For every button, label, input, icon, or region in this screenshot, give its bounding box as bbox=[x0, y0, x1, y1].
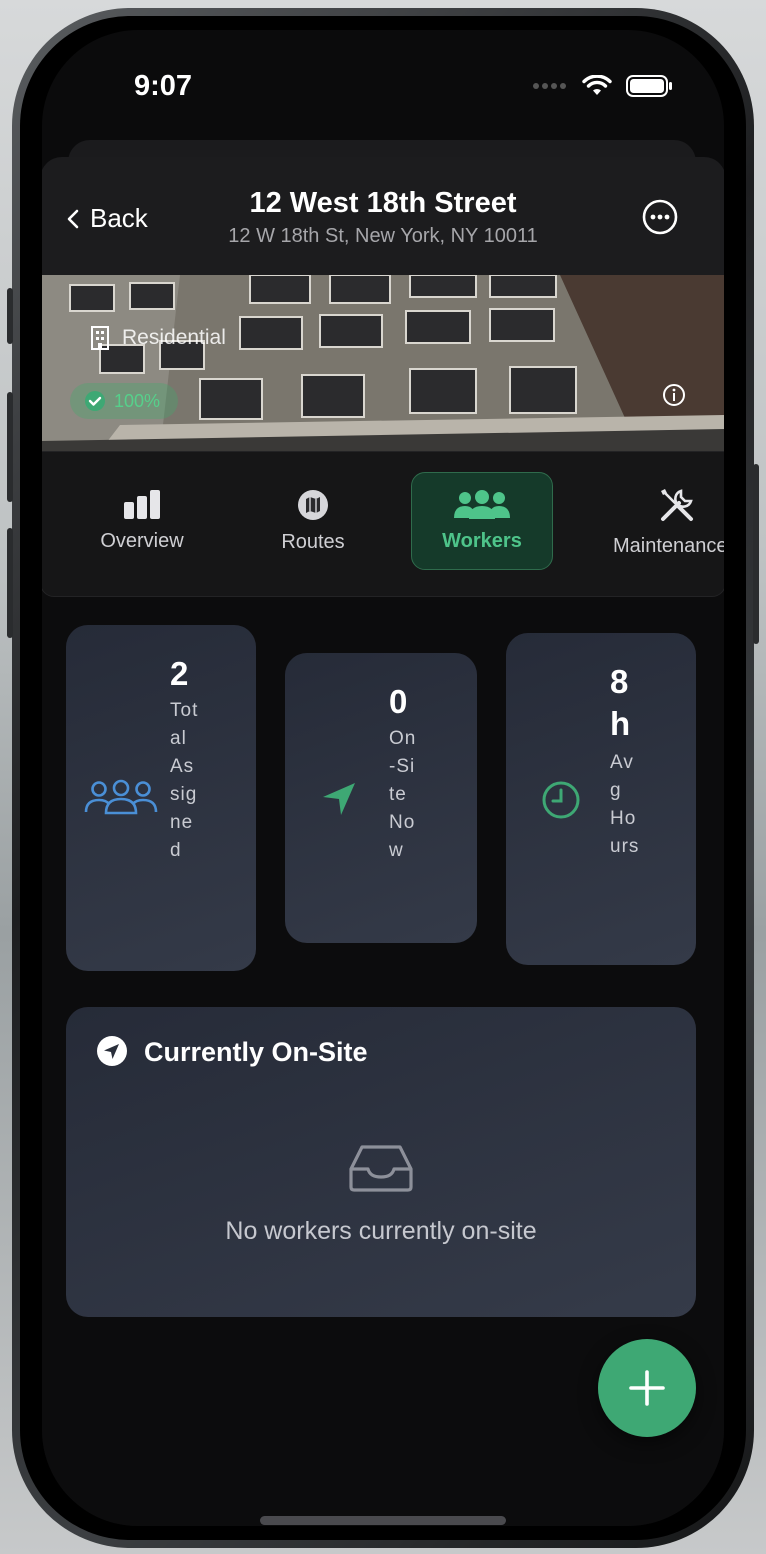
tab-overview-label: Overview bbox=[100, 529, 184, 552]
empty-tray-icon bbox=[349, 1145, 413, 1192]
page-title: 12 West 18th Street bbox=[249, 187, 517, 219]
tab-workers-label: Workers bbox=[442, 529, 522, 552]
clock-icon bbox=[542, 781, 580, 819]
info-icon[interactable] bbox=[662, 383, 686, 407]
tab-overview[interactable]: Overview bbox=[87, 472, 197, 570]
checkmark-circle-icon bbox=[85, 391, 105, 411]
building-type-text: Residential bbox=[122, 326, 226, 349]
building-photo: Residential 100% bbox=[42, 275, 724, 451]
volume-down-button bbox=[7, 528, 13, 638]
wifi-icon bbox=[582, 75, 612, 95]
stat-avg-hours-value: 8h bbox=[610, 663, 631, 742]
more-options-icon[interactable] bbox=[642, 199, 678, 235]
plus-icon bbox=[629, 1370, 665, 1406]
building-address: 12 W 18th St, New York, NY 10011 bbox=[228, 225, 538, 247]
compliance-badge-text: 100% bbox=[114, 390, 161, 411]
power-button bbox=[753, 464, 759, 644]
building-type-label: Residential bbox=[90, 325, 226, 351]
home-indicator[interactable] bbox=[260, 1516, 506, 1525]
building-icon bbox=[91, 326, 109, 350]
bar-chart-icon bbox=[124, 489, 160, 519]
tab-routes-label: Routes bbox=[281, 530, 345, 553]
tab-maintenance[interactable]: Maintenance bbox=[613, 472, 724, 570]
stat-avg-hours-label: Avg Hours bbox=[610, 752, 640, 857]
status-time: 9:07 bbox=[134, 70, 193, 102]
phone-frame: 9:07 Back 12 West 18th Street 12 W 18th … bbox=[7, 8, 759, 1548]
volume-up-button bbox=[7, 392, 13, 502]
wrench-screwdriver-icon bbox=[661, 488, 693, 521]
screen: 9:07 Back 12 West 18th Street 12 W 18th … bbox=[42, 30, 724, 1526]
people-icon bbox=[454, 489, 510, 519]
battery-icon bbox=[626, 75, 672, 97]
add-worker-button[interactable] bbox=[598, 1339, 696, 1437]
currently-on-site-title: Currently On-Site bbox=[144, 1037, 368, 1067]
stat-on-site-label: On-Site Now bbox=[389, 728, 417, 861]
signal-icon bbox=[533, 83, 566, 89]
tab-maintenance-label: Maintenance bbox=[613, 534, 724, 557]
map-icon bbox=[298, 489, 328, 520]
empty-state-message: No workers currently on-site bbox=[225, 1217, 537, 1245]
stat-on-site-value: 0 bbox=[389, 683, 408, 720]
location-arrow-icon bbox=[323, 783, 355, 815]
stat-total-assigned-value: 2 bbox=[170, 655, 189, 692]
building-sheet: Back 12 West 18th Street 12 W 18th St, N… bbox=[42, 157, 724, 1526]
mute-switch bbox=[7, 288, 13, 344]
tab-workers[interactable]: Workers bbox=[411, 472, 553, 570]
navigation-bar: Back 12 West 18th Street 12 W 18th St, N… bbox=[42, 157, 724, 275]
status-icons bbox=[532, 74, 674, 98]
stat-card-avg-hours: 8h Avg Hours bbox=[506, 633, 696, 965]
stat-card-on-site-now: 0 On-Site Now bbox=[285, 653, 477, 943]
compliance-badge: 100% bbox=[70, 383, 179, 419]
currently-on-site-card: Currently On-Site No workers currently o… bbox=[66, 1007, 696, 1317]
location-arrow-circle-icon bbox=[97, 1036, 127, 1066]
people-icon bbox=[84, 779, 158, 815]
stat-total-assigned-label: Total Assigned bbox=[170, 700, 199, 861]
building-facade-image bbox=[42, 275, 724, 451]
phone-bezel: 9:07 Back 12 West 18th Street 12 W 18th … bbox=[20, 16, 746, 1540]
tab-routes[interactable]: Routes bbox=[263, 472, 363, 570]
building-tabs: Overview Routes Workers Maintenance bbox=[42, 451, 724, 597]
stat-card-total-assigned: 2 Total Assigned bbox=[66, 625, 256, 971]
